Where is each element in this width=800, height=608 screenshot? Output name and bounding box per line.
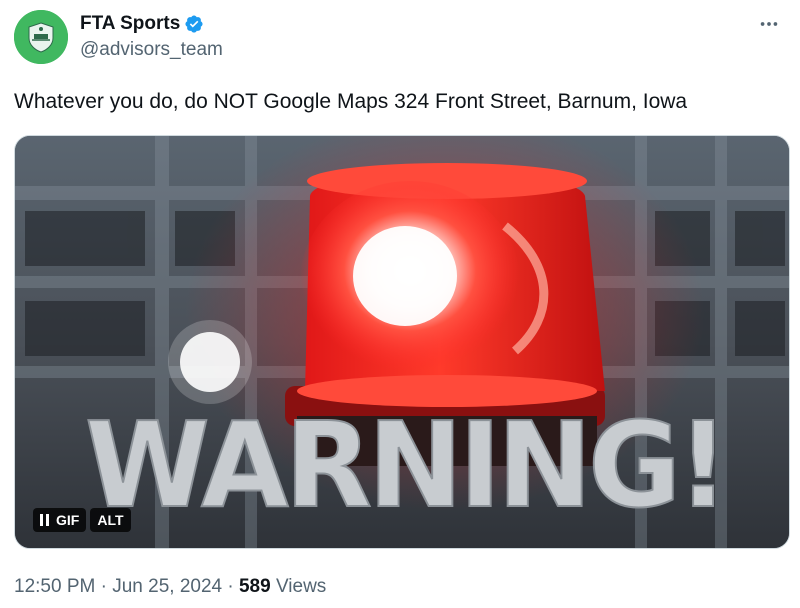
tweet-text: Whatever you do, do NOT Google Maps 324 …: [14, 90, 688, 113]
tweet-header: FTA Sports @advisors_team: [14, 10, 786, 68]
media-controls: GIF ALT: [33, 508, 131, 532]
pause-icon[interactable]: [40, 514, 49, 526]
display-name[interactable]: FTA Sports: [80, 12, 180, 36]
more-options-button[interactable]: [752, 12, 786, 36]
name-line: FTA Sports: [80, 12, 223, 36]
verified-badge-icon[interactable]: [184, 14, 204, 34]
alt-text-button[interactable]: ALT: [90, 508, 131, 532]
warning-overlay-text: WARNING!: [85, 396, 725, 534]
gif-pause-control[interactable]: GIF: [33, 508, 87, 532]
meta-separator: ·: [227, 576, 234, 597]
avatar[interactable]: [14, 10, 68, 64]
shield-logo-icon: [14, 10, 68, 64]
meta-separator: ·: [100, 576, 107, 597]
tweet-date[interactable]: Jun 25, 2024: [112, 576, 222, 597]
name-block: FTA Sports @advisors_team: [80, 12, 223, 62]
warning-siren-image: WARNING!: [15, 136, 789, 548]
views-label: Views: [275, 576, 327, 597]
handle[interactable]: @advisors_team: [80, 38, 223, 62]
gif-label: GIF: [56, 512, 80, 528]
views-count[interactable]: 589: [239, 576, 271, 597]
alt-label: ALT: [97, 512, 124, 528]
tweet-time[interactable]: 12:50 PM: [14, 576, 95, 597]
gif-media[interactable]: WARNING! GIF ALT: [14, 135, 790, 549]
tweet-meta: 12:50 PM · Jun 25, 2024 · 589 Views: [14, 575, 326, 599]
more-horizontal-icon: [760, 22, 778, 26]
